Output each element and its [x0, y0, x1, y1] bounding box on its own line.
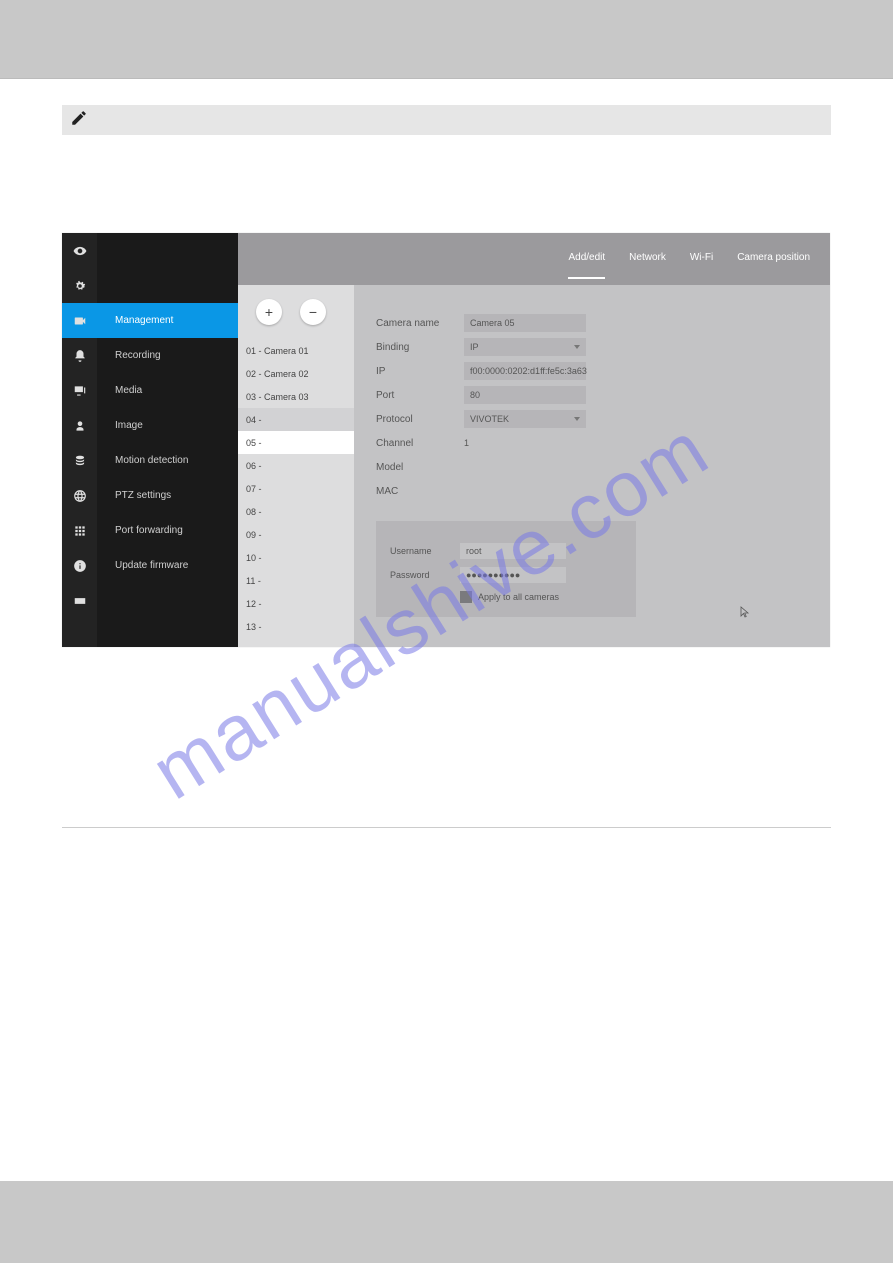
checkbox-apply-all[interactable] [460, 591, 472, 603]
camera-row[interactable]: 12 - [238, 592, 354, 615]
label-username: Username [390, 546, 460, 556]
camera-row[interactable]: 13 - [238, 615, 354, 638]
grid-icon[interactable] [62, 513, 97, 548]
app-screenshot: Management Recording Media Image Motion … [62, 233, 830, 647]
side-menu: Management Recording Media Image Motion … [97, 233, 238, 647]
camera-row-selected[interactable]: 05 - [238, 431, 354, 454]
header-divider [0, 78, 893, 85]
icon-rail [62, 233, 97, 647]
camera-row[interactable]: 11 - [238, 569, 354, 592]
label-channel: Channel [376, 438, 464, 449]
page-footer-bar [0, 1181, 893, 1263]
remove-camera-button[interactable]: − [300, 299, 326, 325]
info-icon[interactable] [62, 548, 97, 583]
input-ip[interactable]: f00:0000:0202:d1ff:fe5c:3a63 [464, 362, 586, 380]
horizontal-divider [62, 827, 831, 828]
camera-row[interactable]: 08 - [238, 500, 354, 523]
label-password: Password [390, 570, 460, 580]
keyboard-icon[interactable] [62, 583, 97, 618]
camera-row[interactable]: 07 - [238, 477, 354, 500]
input-username[interactable]: root [460, 543, 566, 559]
cursor-icon [740, 605, 750, 623]
gear-icon[interactable] [62, 268, 97, 303]
input-camera-name[interactable]: Camera 05 [464, 314, 586, 332]
camera-row[interactable]: 03 - Camera 03 [238, 385, 354, 408]
tab-add-edit[interactable]: Add/edit [568, 252, 605, 267]
bell-icon[interactable] [62, 338, 97, 373]
monitor-icon[interactable] [62, 373, 97, 408]
label-binding: Binding [376, 342, 464, 353]
camera-row[interactable]: 01 - Camera 01 [238, 339, 354, 362]
tab-header: Add/edit Network Wi-Fi Camera position [238, 233, 830, 285]
camera-row[interactable]: 09 - [238, 523, 354, 546]
sidebar-item-media[interactable]: Media [97, 373, 238, 408]
sidebar-item-ptz[interactable]: PTZ settings [97, 478, 238, 513]
sidebar-item-management[interactable]: Management [97, 303, 238, 338]
credentials-box: Usernameroot Password●●●●●●●●●● Apply to… [376, 521, 636, 617]
add-camera-button[interactable]: + [256, 299, 282, 325]
label-model: Model [376, 462, 464, 473]
sidebar-item-recording[interactable]: Recording [97, 338, 238, 373]
camera-list-column: + − 01 - Camera 01 02 - Camera 02 03 - C… [238, 285, 354, 647]
pencil-icon [70, 109, 88, 132]
globe-icon[interactable] [62, 478, 97, 513]
label-port: Port [376, 390, 464, 401]
input-password[interactable]: ●●●●●●●●●● [460, 567, 566, 583]
user-icon[interactable] [62, 408, 97, 443]
eye-icon[interactable] [62, 233, 97, 268]
value-channel: 1 [464, 438, 469, 448]
tab-camera-position[interactable]: Camera position [737, 252, 810, 267]
select-protocol[interactable]: VIVOTEK [464, 410, 586, 428]
label-protocol: Protocol [376, 414, 464, 425]
camera-row[interactable]: 10 - [238, 546, 354, 569]
sidebar-item-motion[interactable]: Motion detection [97, 443, 238, 478]
sidebar-item-portfwd[interactable]: Port forwarding [97, 513, 238, 548]
label-ip: IP [376, 366, 464, 377]
database-icon[interactable] [62, 443, 97, 478]
camera-row[interactable]: 02 - Camera 02 [238, 362, 354, 385]
label-apply-all: Apply to all cameras [478, 592, 559, 602]
input-port[interactable]: 80 [464, 386, 586, 404]
page-header-bar [0, 0, 893, 78]
tab-network[interactable]: Network [629, 252, 666, 267]
label-camera-name: Camera name [376, 318, 464, 329]
camera-icon[interactable] [62, 303, 97, 338]
tab-wifi[interactable]: Wi-Fi [690, 252, 713, 267]
sidebar-item-firmware[interactable]: Update firmware [97, 548, 238, 583]
label-mac: MAC [376, 486, 464, 497]
camera-row[interactable]: 04 - [238, 408, 354, 431]
sidebar-item-image[interactable]: Image [97, 408, 238, 443]
note-box [62, 105, 831, 135]
camera-form: Camera nameCamera 05 BindingIP IPf00:000… [354, 285, 830, 647]
camera-row[interactable]: 06 - [238, 454, 354, 477]
select-binding[interactable]: IP [464, 338, 586, 356]
